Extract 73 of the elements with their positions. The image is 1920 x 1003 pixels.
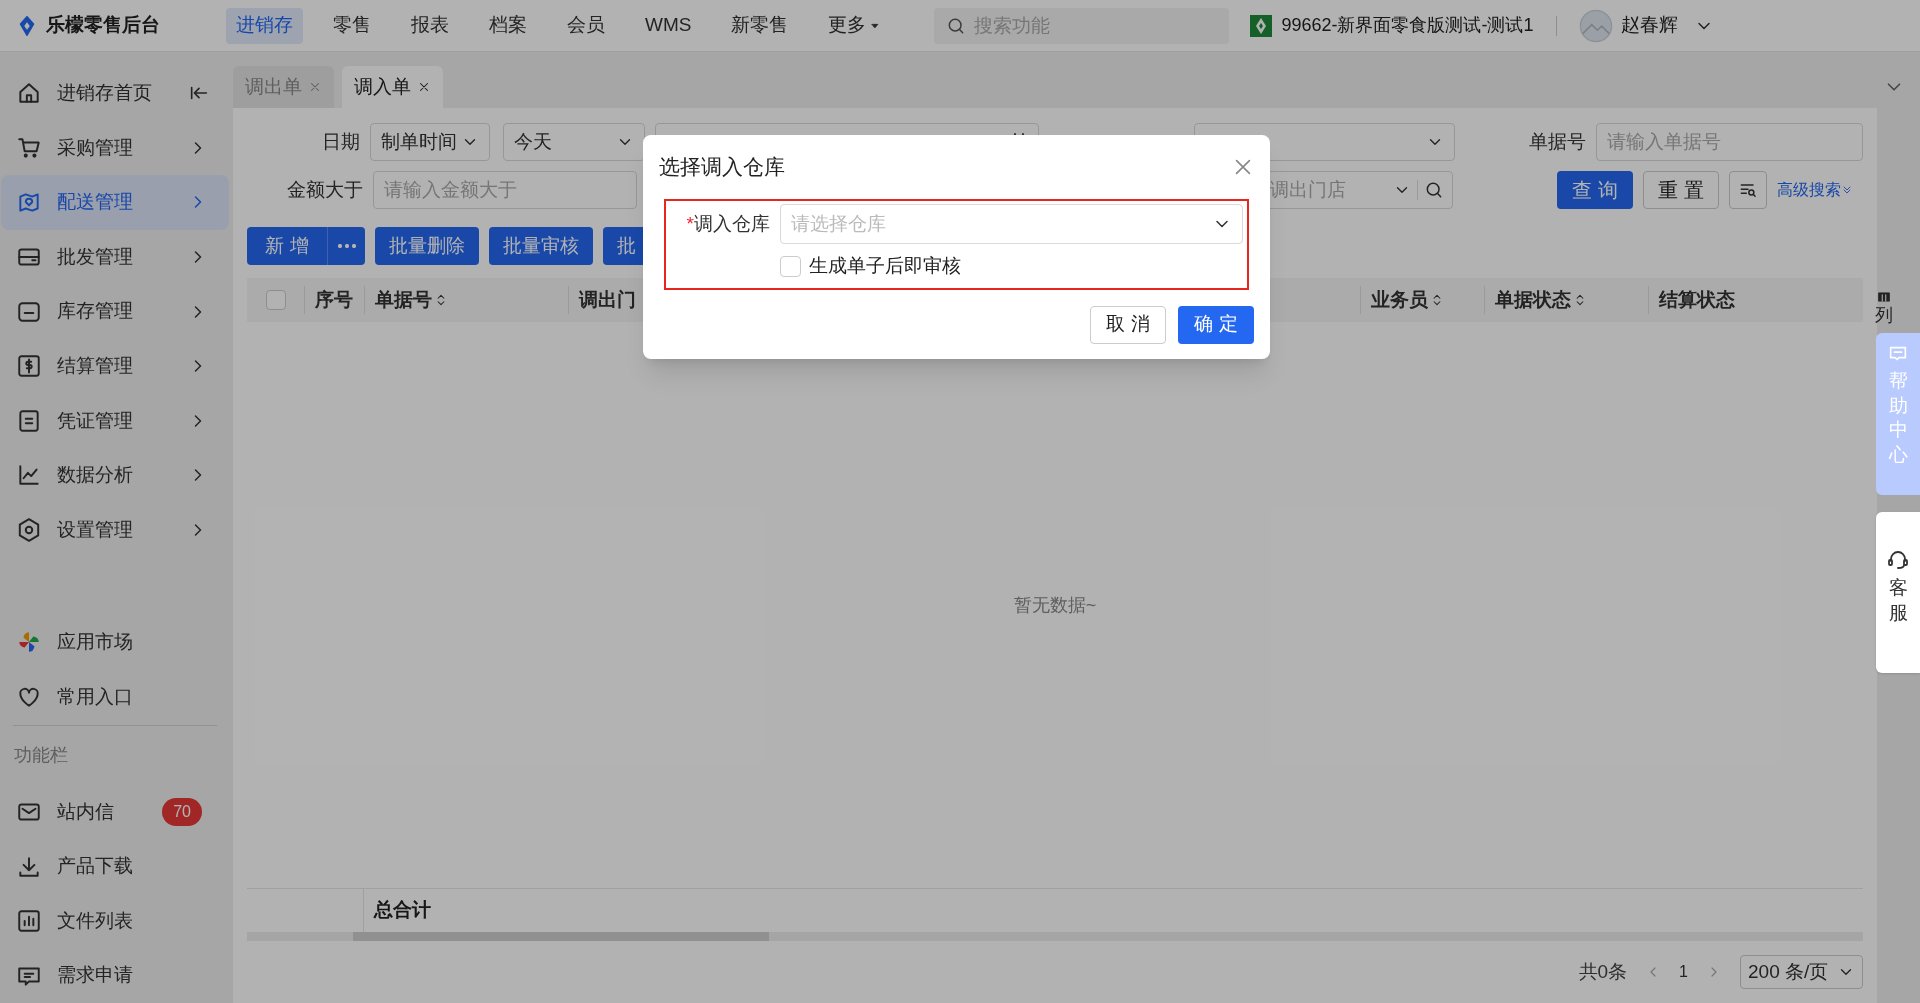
more-button[interactable] xyxy=(327,227,365,265)
nav-tab[interactable]: 报表 xyxy=(401,7,459,44)
cancel-button[interactable]: 取 消 xyxy=(1090,305,1166,344)
query-button[interactable]: 查 询 xyxy=(1557,171,1633,209)
column-header[interactable]: 业务员 xyxy=(1371,285,1444,315)
double-chevron-icon xyxy=(1841,184,1853,196)
bar-chart-icon xyxy=(16,908,42,935)
select-field[interactable]: 制单时间 xyxy=(369,123,490,161)
field-label: *调入仓库 xyxy=(685,211,770,236)
column-header[interactable]: 序号 xyxy=(315,285,353,315)
field-label: 金额大于 xyxy=(286,177,363,202)
column-header[interactable]: 单据状态 xyxy=(1495,285,1587,315)
checkbox[interactable] xyxy=(780,256,801,277)
empty-message: 暂无数据~ xyxy=(1013,593,1097,617)
column-header[interactable]: 调出门 xyxy=(579,285,636,315)
sidebar-item[interactable]: 产品下载 xyxy=(1,839,229,894)
search-icon xyxy=(1424,180,1444,200)
column-header[interactable]: 单据号 xyxy=(375,285,448,315)
nav-tab[interactable]: 零售 xyxy=(323,7,381,44)
sidebar-item[interactable]: 采购管理 xyxy=(1,120,229,176)
count-badge: 70 xyxy=(162,797,202,826)
sidebar-item[interactable]: 文件列表 xyxy=(1,893,229,949)
sidebar-item[interactable]: 凭证管理 xyxy=(1,393,229,449)
action-button[interactable]: 批量删除 xyxy=(375,227,479,265)
advanced-search-link[interactable]: 高级搜索 xyxy=(1777,178,1853,202)
close-icon[interactable] xyxy=(417,80,431,94)
sidebar-item[interactable]: 设置管理 xyxy=(1,502,229,558)
filter-settings-button[interactable] xyxy=(1729,171,1767,209)
page-size-select[interactable]: 200 条/页 xyxy=(1740,955,1863,989)
scrollbar[interactable] xyxy=(247,932,1863,941)
hexagon-icon xyxy=(16,517,42,544)
field-label: 单据号 xyxy=(1528,129,1586,154)
sidebar-item[interactable]: 数据分析 xyxy=(1,448,229,503)
sidebar-item[interactable]: 库存管理 xyxy=(1,284,229,339)
nav-tab[interactable]: 档案 xyxy=(479,7,537,44)
user-menu[interactable]: 赵春辉 xyxy=(1578,8,1714,43)
field-label: 日期 xyxy=(320,129,360,154)
confirm-button[interactable]: 确 定 xyxy=(1178,305,1254,344)
dialog-title: 选择调入仓库 xyxy=(659,154,785,181)
sidebar-item[interactable]: 需求申请 xyxy=(1,948,229,1003)
total-count: 共0条 xyxy=(1578,959,1628,984)
document-icon xyxy=(16,407,42,434)
sidebar-item[interactable]: 常用入口 xyxy=(1,669,229,725)
sidebar-item[interactable]: 站内信 70 xyxy=(1,784,229,840)
input-field[interactable]: 请输入单据号 xyxy=(1596,123,1863,161)
checkbox-label: 生成单子后即审核 xyxy=(809,254,961,279)
sidebar-item[interactable]: 应用市场 xyxy=(1,614,229,670)
action-button[interactable]: 批量审核 xyxy=(489,227,593,265)
dollar-icon xyxy=(16,353,42,380)
nav-tab[interactable]: 新零售 xyxy=(721,7,799,44)
section-title: 功能栏 xyxy=(13,744,69,768)
add-button[interactable]: 新 增 xyxy=(247,227,327,265)
headset-icon xyxy=(1886,548,1910,572)
total-label: 总合计 xyxy=(372,898,431,923)
sidebar-item[interactable]: 结算管理 xyxy=(1,338,229,394)
store-logo-icon xyxy=(1249,13,1274,38)
nav-tab[interactable]: 更多 xyxy=(818,7,891,44)
page-tab[interactable]: 调入单 xyxy=(342,66,443,108)
customer-service-tab[interactable]: 客服 xyxy=(1876,512,1920,673)
avatar-icon xyxy=(1578,8,1613,43)
select-all-checkbox[interactable] xyxy=(265,290,286,310)
reset-button[interactable]: 重 置 xyxy=(1643,171,1719,209)
sidebar-item[interactable]: 进销存首页 xyxy=(1,66,229,121)
sidebar-item[interactable]: 批发管理 xyxy=(1,229,229,285)
app-title: 乐檬零售后台 xyxy=(46,13,160,38)
nav-tab[interactable]: WMS xyxy=(635,7,702,44)
input-field[interactable]: 请输入金额大于 xyxy=(373,171,637,209)
page-button[interactable]: 1 xyxy=(1679,960,1688,984)
column-settings-button[interactable]: 列 xyxy=(1875,290,1893,326)
more-icon xyxy=(337,244,356,248)
store-name: 99662-新界面零食版测试-测试1 xyxy=(1281,14,1534,37)
column-header[interactable]: 结算状态 xyxy=(1659,285,1735,315)
nav-tab[interactable]: 会员 xyxy=(557,7,615,44)
